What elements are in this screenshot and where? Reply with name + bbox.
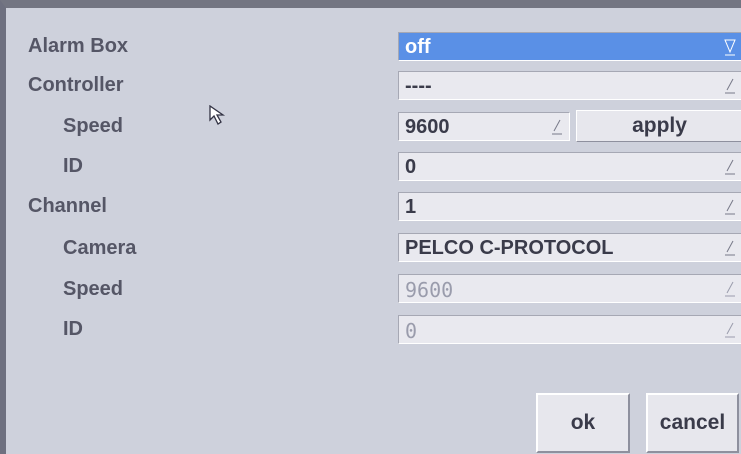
controller-select[interactable]: ----: [398, 71, 741, 100]
label-alarm-box: Alarm Box: [28, 35, 129, 57]
controller-id-value: 0: [405, 156, 417, 178]
dropdown-icon: [725, 78, 735, 94]
dropdown-icon: [725, 240, 735, 256]
dropdown-icon: [725, 322, 735, 338]
label-controller: Controller: [28, 74, 124, 96]
camera-speed-select[interactable]: 9600: [398, 274, 741, 303]
label-channel: Channel: [28, 195, 107, 217]
controller-value: ----: [405, 75, 432, 97]
dropdown-icon: [725, 159, 735, 175]
camera-id-select[interactable]: 0: [398, 315, 741, 344]
label-camera-speed: Speed: [63, 278, 124, 300]
cancel-button[interactable]: cancel: [646, 393, 739, 453]
ok-button[interactable]: ok: [536, 393, 630, 453]
controller-speed-select[interactable]: 9600: [398, 112, 570, 141]
controller-speed-value: 9600: [405, 116, 450, 138]
label-camera-id: ID: [63, 318, 83, 340]
dropdown-icon: [725, 199, 735, 215]
dropdown-icon: [725, 281, 735, 297]
camera-select[interactable]: PELCO C-PROTOCOL: [398, 233, 741, 262]
dropdown-icon: [552, 119, 562, 135]
alarm-box-value: off: [405, 36, 431, 58]
camera-speed-value: 9600: [405, 278, 454, 302]
alarm-box-select[interactable]: off: [398, 32, 741, 61]
channel-value: 1: [405, 196, 417, 218]
channel-select[interactable]: 1: [398, 192, 741, 221]
label-camera: Camera: [63, 237, 137, 259]
camera-value: PELCO C-PROTOCOL: [405, 237, 614, 259]
apply-button[interactable]: apply: [576, 110, 741, 142]
label-controller-id: ID: [63, 155, 83, 177]
controller-id-select[interactable]: 0: [398, 152, 741, 181]
dropdown-icon: [724, 39, 736, 56]
camera-id-value: 0: [405, 319, 418, 343]
mouse-pointer-icon: [209, 105, 226, 125]
label-controller-speed: Speed: [63, 115, 124, 137]
settings-panel: Alarm Box Controller Speed ID Channel Ca…: [0, 0, 741, 454]
